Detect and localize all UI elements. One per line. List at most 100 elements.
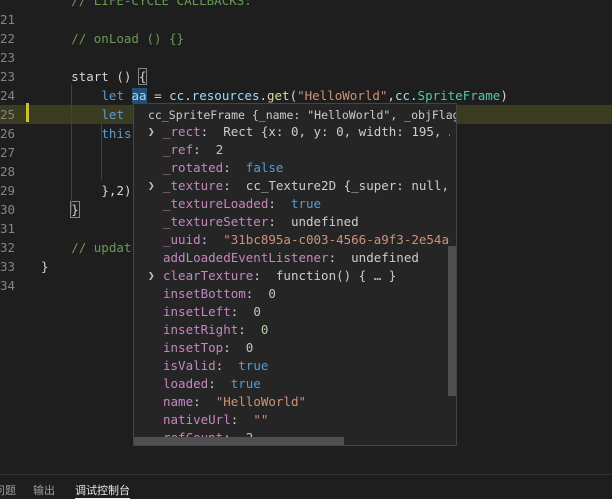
code-text: start () { — [71, 67, 148, 86]
code-token: = — [146, 88, 170, 103]
property-key: nativeUrl — [163, 412, 231, 427]
code-token: SpriteFrame — [417, 88, 501, 103]
hover-property-row[interactable]: isValid: true — [134, 357, 450, 375]
panel-tab[interactable]: 问题 — [0, 484, 16, 498]
hover-property-row[interactable]: ❯ clearTexture: function() { … } — [134, 267, 450, 285]
code-token: let — [101, 107, 132, 122]
property-key: _ref — [163, 142, 194, 157]
hover-property-row[interactable]: _uuid: "31bc895a-c003-4566-a9f3-2e54ae1c… — [134, 231, 450, 249]
hover-property-text: isValid: true — [163, 358, 269, 373]
property-key: _textureLoaded — [163, 196, 269, 211]
code-token: , — [387, 88, 395, 103]
line-number: 26 — [0, 126, 16, 141]
code-token: { — [137, 68, 148, 85]
hover-property-row[interactable]: addLoadedEventListener: undefined — [134, 249, 450, 267]
code-text: let — [101, 105, 131, 124]
hover-property-row[interactable]: _textureLoaded: true — [134, 195, 450, 213]
property-key: _rect — [163, 124, 201, 139]
property-key: insetLeft — [163, 304, 231, 319]
line-number: 33 — [0, 259, 16, 274]
hover-property-row[interactable]: _ref: 2 — [134, 141, 450, 159]
property-key: _textureSetter — [163, 214, 269, 229]
code-token: cc — [169, 88, 185, 103]
code-token: resources — [191, 88, 260, 103]
code-token: start () — [71, 69, 139, 84]
property-key: insetBottom — [163, 286, 246, 301]
expand-chevron-icon[interactable]: ❯ — [148, 123, 155, 141]
hover-property-row[interactable]: _textureSetter: undefined — [134, 213, 450, 231]
hover-object-title: cc_SpriteFrame {_name: "HelloWorld", _ob… — [148, 108, 456, 122]
hover-property-row[interactable]: insetTop: 0 — [134, 339, 450, 357]
hover-property-text: _textureSetter: undefined — [163, 214, 359, 229]
property-key: _uuid — [163, 232, 201, 247]
line-number: 27 — [0, 145, 16, 160]
code-token: ) — [500, 88, 508, 103]
code-text: // updat — [71, 238, 131, 257]
code-token: cc — [394, 88, 411, 103]
code-text: },2) — [101, 181, 131, 200]
hover-horizontal-scrollbar[interactable] — [134, 437, 344, 445]
hover-property-text: addLoadedEventListener: undefined — [163, 250, 419, 265]
hover-property-row[interactable]: insetBottom: 0 — [134, 285, 450, 303]
current-line-marker — [26, 103, 29, 122]
line-number: 31 — [0, 221, 16, 236]
hover-property-row[interactable]: _rotated: false — [134, 159, 450, 177]
expand-chevron-icon[interactable]: ❯ — [148, 267, 155, 285]
property-value: "HelloWorld" — [215, 394, 306, 409]
property-value: true — [230, 376, 261, 391]
hover-property-text: insetTop: 0 — [163, 340, 254, 355]
property-key: clearTexture — [163, 268, 254, 283]
panel-tab[interactable]: 输出 — [33, 484, 55, 498]
code-text: } — [41, 257, 49, 276]
line-number: 28 — [0, 164, 16, 179]
code-token: this — [101, 126, 132, 141]
code-line[interactable]: 23 — [0, 48, 612, 67]
panel-tab[interactable]: 调试控制台 — [75, 484, 130, 499]
code-line[interactable]: // LIFE-CYCLE CALLBACKS: — [0, 0, 612, 10]
property-value: function() { … } — [275, 268, 397, 283]
code-text: } — [70, 200, 80, 219]
hover-property-row[interactable]: ❯ _texture: cc_Texture2D {_super: null, _… — [134, 177, 450, 195]
property-value: 0 — [260, 322, 269, 337]
property-key: name — [163, 394, 194, 409]
line-number: 24 — [0, 88, 16, 103]
code-line[interactable]: 21 — [0, 10, 612, 29]
property-value: cc_Texture2D {_super: null, _na — [245, 178, 449, 193]
hover-property-text: name: "HelloWorld" — [163, 394, 306, 409]
hover-property-text: insetRight: 0 — [163, 322, 269, 337]
code-token: . — [184, 88, 192, 103]
hover-property-text: _uuid: "31bc895a-c003-4566-a9f3-2e54ae1c… — [163, 231, 450, 249]
hover-property-row[interactable]: nativeUrl: "" — [134, 411, 450, 429]
property-key: insetTop — [163, 340, 224, 355]
code-token: // onLoad () {} — [71, 31, 185, 46]
property-value: 2 — [215, 142, 224, 157]
property-value: "31bc895a-c003-4566-a9f3-2e54ae1c1 — [223, 232, 450, 247]
hover-property-row[interactable]: name: "HelloWorld" — [134, 393, 450, 411]
indent-guide — [101, 122, 102, 180]
property-value: undefined — [290, 214, 359, 229]
property-value: undefined — [351, 250, 419, 265]
code-line[interactable]: 22 // onLoad () {} — [0, 29, 612, 48]
hover-property-text: _textureLoaded: true — [163, 196, 322, 211]
hover-property-text: loaded: true — [163, 376, 261, 391]
code-token: // LIFE-CYCLE CALLBACKS: — [71, 0, 252, 8]
property-key: loaded — [163, 376, 209, 391]
expand-chevron-icon[interactable]: ❯ — [148, 177, 155, 195]
code-token: },2) — [101, 183, 132, 198]
property-key: _texture — [163, 178, 224, 193]
code-token: . — [259, 88, 267, 103]
property-key: _rotated — [163, 160, 224, 175]
hover-property-row[interactable]: loaded: true — [134, 375, 450, 393]
debug-hover-widget[interactable]: cc_SpriteFrame {_name: "HelloWorld", _ob… — [133, 103, 457, 446]
property-value: "" — [253, 412, 269, 427]
hover-property-row[interactable]: insetRight: 0 — [134, 321, 450, 339]
hover-property-row[interactable]: insetLeft: 0 — [134, 303, 450, 321]
hover-property-row[interactable]: ❯ _rect: Rect {x: 0, y: 0, width: 195, …} — [134, 123, 450, 141]
hover-property-text: _rect: Rect {x: 0, y: 0, width: 195, …} — [163, 123, 450, 141]
hover-property-text: nativeUrl: "" — [163, 412, 269, 427]
line-number: 34 — [0, 278, 16, 293]
code-text: this — [101, 124, 131, 143]
property-value: true — [290, 196, 322, 211]
hover-vertical-scrollbar[interactable] — [448, 246, 456, 396]
code-line[interactable]: 23 start () { — [0, 67, 612, 86]
